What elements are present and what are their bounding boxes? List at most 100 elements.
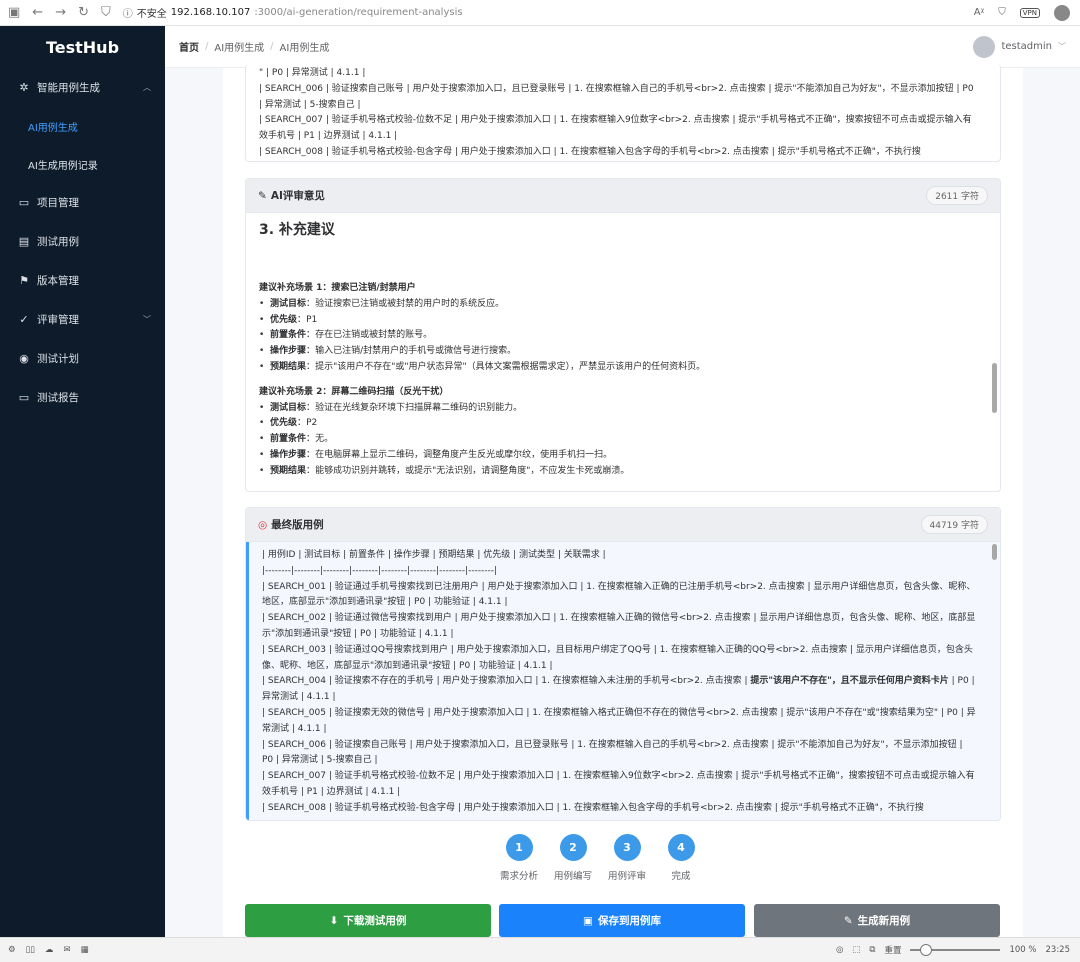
step-label: 用例评审	[608, 871, 647, 882]
scrollbar-thumb[interactable]	[992, 363, 997, 413]
user-menu[interactable]: testadmin ﹀	[973, 35, 1080, 58]
breadcrumb-home[interactable]: 首页	[179, 39, 199, 54]
address-bar[interactable]: ⓘ 不安全 192.168.10.107:3000/ai-generation/…	[123, 5, 463, 20]
cloud-icon[interactable]: ☁	[45, 945, 54, 955]
text-line: | SEARCH_006 | 验证搜索自己账号 | 用户处于搜索添加入口，且已登…	[259, 83, 974, 110]
avatar[interactable]	[973, 35, 996, 58]
profile-icon[interactable]	[1054, 4, 1070, 21]
table-row: | SEARCH_007 | 验证手机号格式校验-位数不足 | 用户处于搜索添加…	[262, 771, 975, 797]
section-heading: 3. 补充建议	[259, 222, 335, 238]
vpn-badge[interactable]: VPN	[1019, 7, 1040, 18]
card-title: AI评审意见	[270, 190, 325, 202]
step-label: 完成	[671, 871, 691, 882]
table-row: | SEARCH_005 | 验证搜索无效的微信号 | 用户处于搜索添加入口 |…	[262, 707, 976, 734]
download-cases-button[interactable]: ⬇ 下载测试用例	[245, 904, 491, 937]
zoom-slider[interactable]	[910, 944, 1001, 956]
step-number: 3	[613, 834, 641, 861]
info-icon: ⓘ	[122, 9, 133, 20]
sidebar-item-test-cases[interactable]: ▤ 测试用例	[0, 222, 165, 261]
mail-icon[interactable]: ✉	[63, 945, 70, 955]
table-row: | SEARCH_002 | 验证通过微信号搜索找到用户 | 用户处于搜索添加入…	[262, 613, 976, 639]
chevron-up-icon: ︿	[143, 83, 151, 92]
brand-logo: TestHub	[45, 37, 120, 57]
zoom-reset-label[interactable]: 重置	[884, 944, 901, 956]
username[interactable]: testadmin	[1001, 41, 1052, 52]
clock: 23:25	[1045, 945, 1071, 955]
table-row: | SEARCH_004 | 验证搜索不存在的手机号 | 用户处于搜索添加入口 …	[262, 676, 975, 703]
calendar-icon[interactable]: ▦	[81, 945, 89, 955]
shield-icon[interactable]: ⛉	[101, 5, 111, 20]
sparkle-icon: ✲	[19, 81, 29, 94]
sidebar-item-reviews[interactable]: ✓ 评审管理 ﹀	[0, 300, 165, 339]
table-divider-line: |--------|--------|--------|--------|---…	[262, 565, 498, 576]
step-case-writing[interactable]: 2 用例编写	[554, 834, 592, 882]
chevron-down-icon[interactable]: ﹀	[1058, 41, 1066, 52]
card-header: ✎ AI评审意见 2611 字符	[246, 179, 1000, 213]
generate-new-button[interactable]: ✎ 生成新用例	[754, 904, 1000, 937]
review-content[interactable]: 3. 补充建议 建议补充场景 1：搜索已注销/封禁用户 • 测试目标：验证搜索已…	[246, 213, 1000, 491]
breadcrumb-separator: /	[205, 41, 209, 52]
step-complete[interactable]: 4 完成	[662, 834, 700, 882]
sidebar: TestHub ✲ 智能用例生成 ︿ AI用例生成 AI生成用例记录 ▭ 项目管…	[0, 26, 165, 937]
final-cases-card: ◎ 最终版用例 44719 字符 | 用例ID | 测试目标 | 前置条件 | …	[245, 507, 1001, 821]
step-label: 需求分析	[500, 871, 539, 882]
scenario-title: 建议补充场景 2：屏幕二维码扫描（反光干扰）	[259, 386, 449, 397]
breadcrumb-item[interactable]: AI用例生成	[214, 39, 264, 54]
sidebar-item-test-plans[interactable]: ◉ 测试计划	[0, 339, 165, 378]
settings-icon[interactable]: ⚙	[8, 945, 16, 955]
analysis-content[interactable]: " | P0 | 异常测试 | 4.1.1 | | SEARCH_006 | 验…	[246, 64, 1000, 161]
final-cases-content[interactable]: | 用例ID | 测试目标 | 前置条件 | 操作步骤 | 预期结果 | 优先级…	[246, 542, 1000, 820]
camera-icon[interactable]: ◎	[836, 945, 843, 955]
table-row: | SEARCH_006 | 验证搜索自己账号 | 用户处于搜索添加入口，且已登…	[262, 739, 963, 766]
download-icon: ⬇	[329, 914, 339, 927]
flag-icon: ⚑	[19, 274, 29, 287]
zoom-level: 100 %	[1009, 945, 1037, 955]
scrollbar-thumb[interactable]	[992, 544, 997, 560]
step-case-review[interactable]: 3 用例评审	[608, 834, 646, 882]
sidebar-item-test-reports[interactable]: ▭ 测试报告	[0, 378, 165, 417]
back-icon[interactable]: ←	[32, 5, 43, 20]
chevron-down-icon: ﹀	[143, 315, 151, 324]
browser-toolbar: ▣ ← → ↻ ⛉ ⓘ 不安全 192.168.10.107:3000/ai-g…	[0, 0, 1080, 26]
button-label: 生成新用例	[857, 915, 911, 927]
content-panel: " | P0 | 异常测试 | 4.1.1 | | SEARCH_006 | 验…	[223, 64, 1023, 937]
url-path: :3000/ai-generation/requirement-analysis	[254, 7, 463, 18]
target-icon: ◎	[258, 518, 268, 531]
url-host: 192.168.10.107	[170, 7, 251, 18]
card-title: 最终版用例	[271, 519, 324, 531]
extensions-icon[interactable]: ⧉	[869, 945, 875, 955]
sidebar-item-projects[interactable]: ▭ 项目管理	[0, 183, 165, 222]
button-label: 下载测试用例	[343, 915, 407, 927]
save-to-library-button[interactable]: ▣ 保存到用例库	[499, 904, 745, 937]
list-item: • 优先级：P1	[259, 314, 318, 325]
list-item: • 优先级：P2	[259, 418, 318, 429]
zoom-slider-knob[interactable]	[920, 944, 933, 956]
list-item: • 测试目标：验证搜索已注销或被封禁的用户时的系统反应。	[259, 298, 505, 309]
bookmark-icon[interactable]: ⛉	[998, 7, 1006, 18]
card-header: ◎ 最终版用例 44719 字符	[246, 508, 1000, 542]
sidebar-item-label: 测试用例	[37, 236, 79, 248]
text-line: " | P0 | 异常测试 | 4.1.1 |	[259, 68, 366, 78]
list-item: • 前置条件：无。	[259, 434, 334, 445]
char-count-badge: 44719 字符	[920, 515, 988, 534]
report-icon: ▭	[18, 391, 30, 404]
sidebar-toggle-icon[interactable]: ▣	[8, 5, 20, 20]
step-requirement-analysis[interactable]: 1 需求分析	[500, 834, 538, 882]
text-line: | SEARCH_007 | 验证手机号格式校验-位数不足 | 用户处于搜索添加…	[259, 115, 972, 142]
translate-icon[interactable]: Aᵡ	[974, 7, 984, 18]
sidebar-item-label: 评审管理	[37, 314, 79, 326]
split-view-icon[interactable]: ▯▯	[26, 945, 35, 955]
forward-icon[interactable]: →	[55, 5, 66, 20]
sidebar-item-label: 测试计划	[37, 353, 79, 365]
screenshot-icon[interactable]: ⬚	[852, 945, 860, 955]
sidebar-subitem-ai-case-generation[interactable]: AI用例生成	[0, 107, 165, 145]
list-item: • 前置条件：存在已注销或被封禁的账号。	[259, 330, 433, 341]
list-item: • 操作步骤：输入已注销/封禁用户的手机号或微信号进行搜索。	[259, 346, 517, 357]
button-label: 保存到用例库	[597, 915, 661, 927]
check-icon: ✓	[19, 313, 29, 326]
folder-icon: ▭	[18, 196, 30, 209]
sidebar-subitem-ai-case-records[interactable]: AI生成用例记录	[0, 145, 165, 183]
reload-icon[interactable]: ↻	[78, 5, 89, 20]
sidebar-item-ai-generation[interactable]: ✲ 智能用例生成 ︿	[0, 68, 165, 107]
sidebar-item-versions[interactable]: ⚑ 版本管理	[0, 261, 165, 300]
